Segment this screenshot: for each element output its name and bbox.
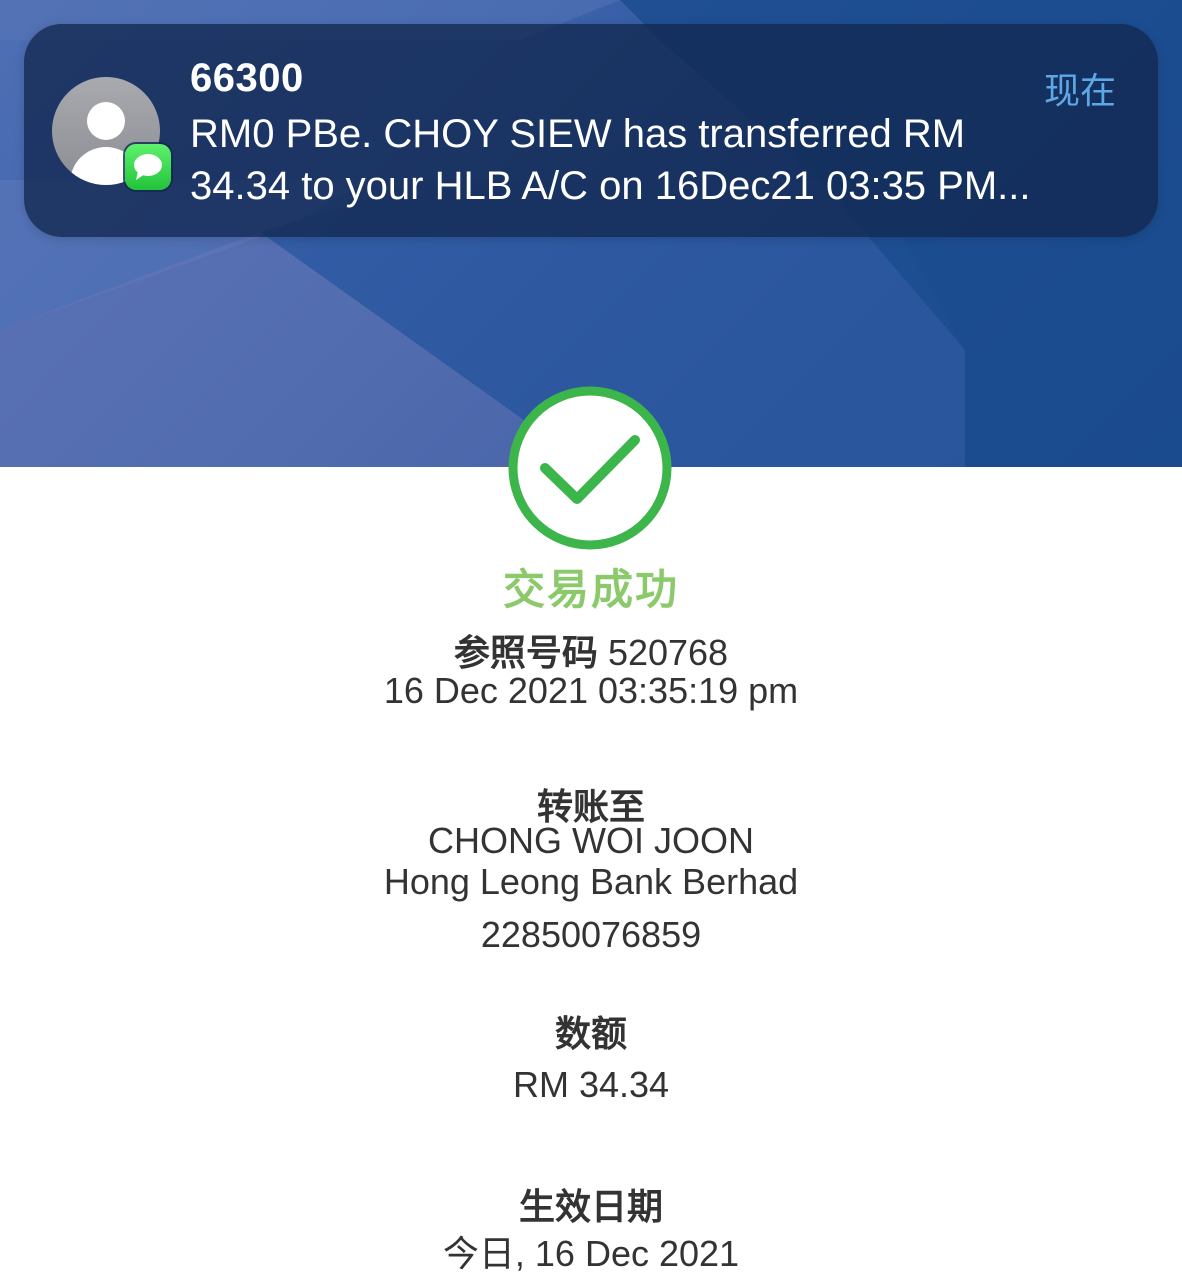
messages-app-icon — [125, 144, 171, 190]
notification-time: 现在 — [1043, 71, 1116, 112]
effective-date-value: 今日, 16 Dec 2021 — [442, 1233, 740, 1274]
sms-notification[interactable]: 66300 现在 RM0 PBe. CHOY SIEW has transfer… — [24, 24, 1158, 237]
recipient-name: CHONG WOI JOON — [428, 820, 754, 861]
recipient-account-number: 22850076859 — [480, 914, 702, 955]
avatar-head-shape — [87, 102, 125, 140]
transaction-datetime: 16 Dec 2021 03:35:19 pm — [383, 670, 799, 711]
reference-label: 参照号码 — [453, 633, 598, 674]
notification-message-line: RM0 PBe. CHOY SIEW has transferred RM — [190, 112, 966, 156]
notification-message-line: 34.34 to your HLB A/C on 16Dec21 03:35 P… — [190, 164, 1031, 208]
amount-value: RM 34.34 — [512, 1064, 670, 1105]
reference-row: 参照号码 520768 — [0, 624, 1182, 676]
reference-number: 520768 — [607, 632, 729, 673]
amount-label: 数额 — [554, 1014, 627, 1055]
effective-date-label: 生效日期 — [518, 1187, 663, 1228]
recipient-bank: Hong Leong Bank Berhad — [383, 861, 799, 902]
transaction-status: 交易成功 — [502, 565, 679, 614]
notification-message: RM0 PBe. CHOY SIEW has transferred RM 34… — [190, 108, 1130, 212]
notification-sender: 66300 — [190, 56, 304, 100]
success-check-icon — [508, 386, 672, 550]
